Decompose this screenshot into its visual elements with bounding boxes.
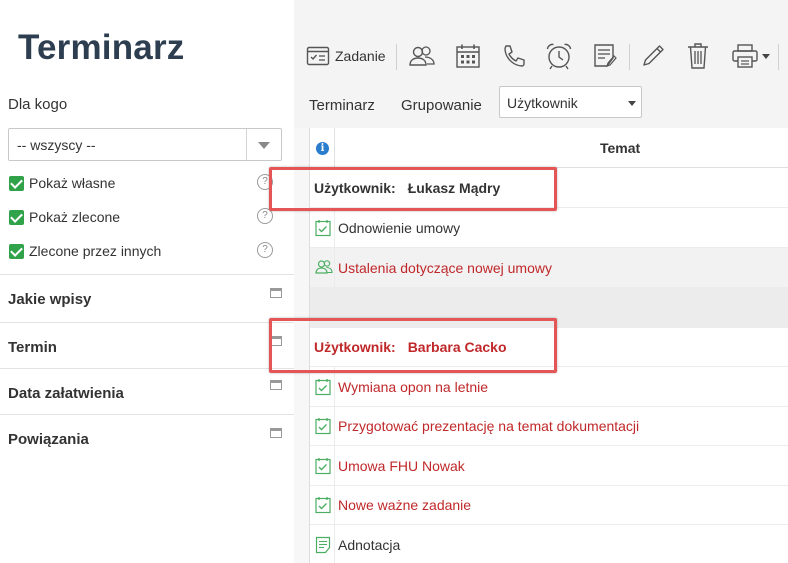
tab-grouping[interactable]: Grupowanie: [401, 97, 482, 114]
edit-icon: [640, 43, 666, 69]
section-entry-types[interactable]: Jakie wpisy: [0, 274, 294, 322]
section-label: Powiązania: [8, 431, 89, 448]
highlight-box: [269, 318, 557, 373]
window-icon[interactable]: [270, 288, 282, 298]
toolbar-divider: [778, 44, 779, 70]
print-icon: [731, 43, 759, 69]
grid-header: i Temat: [310, 128, 788, 168]
checkbox-checked-icon[interactable]: [9, 175, 24, 191]
row-subject: Umowa FHU Nowak: [338, 458, 465, 474]
highlight-box: [269, 167, 557, 211]
row-subject: Adnotacja: [338, 537, 401, 553]
add-task-label: Zadanie: [335, 48, 386, 64]
note-button[interactable]: [593, 40, 617, 72]
grouping-select[interactable]: Użytkownik: [499, 86, 642, 118]
section-relations[interactable]: Powiązania: [0, 414, 294, 460]
icon-column-header[interactable]: i: [310, 128, 335, 168]
chevron-down-icon[interactable]: [628, 101, 636, 106]
table-row[interactable]: Umowa FHU Nowak: [310, 446, 788, 486]
section-label: Data załatwienia: [8, 385, 124, 402]
section-label: Jakie wpisy: [8, 291, 92, 308]
column-header-subject[interactable]: Temat: [600, 140, 640, 156]
delete-button[interactable]: [687, 40, 709, 72]
table-row[interactable]: Adnotacja: [310, 525, 788, 563]
checkbox-checked-icon[interactable]: [9, 209, 24, 225]
phone-button[interactable]: [501, 40, 527, 72]
caret-down-icon[interactable]: [762, 53, 770, 59]
grouping-select-value: Użytkownik: [507, 95, 578, 111]
checkbox-show-own[interactable]: Pokaż własne: [9, 174, 115, 192]
task-icon: [315, 496, 331, 519]
checkbox-checked-icon[interactable]: [9, 243, 24, 259]
info-icon[interactable]: i: [316, 142, 329, 155]
checkbox-show-delegated[interactable]: Pokaż zlecone: [9, 208, 120, 226]
edit-button[interactable]: [640, 40, 666, 72]
checkbox-label: Zlecone przez innych: [29, 243, 162, 259]
calendar-button[interactable]: [455, 40, 481, 72]
task-icon: [306, 45, 330, 67]
toolbar-divider: [629, 44, 630, 70]
note-icon: [315, 536, 331, 559]
sub-toolbar: Terminarz Grupowanie Użytkownik: [294, 80, 788, 128]
checkbox-label: Pokaż własne: [29, 175, 116, 191]
row-icon-cell: [310, 525, 335, 563]
select-divider: [246, 129, 247, 160]
note-icon: [593, 43, 617, 69]
row-subject: Nowe ważne zadanie: [338, 497, 472, 513]
add-task-button[interactable]: Zadanie: [306, 40, 386, 72]
tab-schedule[interactable]: Terminarz: [309, 97, 375, 114]
window-icon[interactable]: [270, 380, 282, 390]
alarm-button[interactable]: [545, 40, 573, 72]
row-subject: Przygotować prezentację na temat dokumen…: [338, 418, 640, 434]
task-icon: [315, 417, 331, 440]
who-select-value: -- wszyscy --: [17, 137, 96, 153]
row-subject: Wymiana opon na letnie: [338, 379, 489, 395]
row-icon-cell: [310, 485, 335, 524]
alarm-icon: [545, 42, 573, 70]
table-row[interactable]: Wymiana opon na letnie: [310, 367, 788, 407]
task-icon: [315, 219, 331, 242]
section-label: Termin: [8, 339, 57, 356]
who-label: Dla kogo: [8, 96, 68, 113]
row-icon-cell: [310, 208, 335, 247]
table-row[interactable]: Przygotować prezentację na temat dokumen…: [310, 406, 788, 446]
main-panel: Zadanie Terminarz Grupowanie Użytkownik …: [294, 0, 788, 563]
delete-icon: [687, 42, 709, 70]
print-button[interactable]: [731, 40, 770, 72]
chevron-down-icon[interactable]: [258, 142, 270, 149]
table-row[interactable]: Nowe ważne zadanie: [310, 485, 788, 525]
sidebar: Terminarz Dla kogo -- wszyscy -- Pokaż w…: [0, 0, 294, 563]
task-icon: [315, 378, 331, 401]
row-subject: Odnowienie umowy: [338, 220, 461, 236]
toolbar-divider: [396, 44, 397, 70]
toolbar: Zadanie: [294, 0, 788, 80]
meeting-icon: [408, 44, 436, 68]
task-icon: [315, 457, 331, 480]
help-icon[interactable]: ?: [257, 242, 273, 258]
row-subject: Ustalenia dotyczące nowej umowy: [338, 260, 552, 276]
checkbox-delegated-by-others[interactable]: Zlecone przez innych: [9, 242, 161, 260]
window-icon[interactable]: [270, 428, 282, 438]
row-icon-cell: [310, 406, 335, 445]
meeting-button[interactable]: [408, 40, 436, 72]
row-icon-cell: [310, 248, 335, 287]
who-select[interactable]: -- wszyscy --: [8, 128, 282, 161]
phone-icon: [501, 43, 527, 69]
meeting-icon: [315, 259, 333, 280]
calendar-icon: [455, 43, 481, 69]
app: Terminarz Dla kogo -- wszyscy -- Pokaż w…: [0, 0, 788, 563]
row-icon-cell: [310, 446, 335, 485]
section-date[interactable]: Termin: [0, 322, 294, 368]
table-row[interactable]: Ustalenia dotyczące nowej umowy: [310, 248, 788, 288]
table-row[interactable]: Odnowienie umowy: [310, 208, 788, 248]
section-completion-date[interactable]: Data załatwienia: [0, 368, 294, 414]
page-title: Terminarz: [18, 28, 185, 67]
checkbox-label: Pokaż zlecone: [29, 209, 121, 225]
